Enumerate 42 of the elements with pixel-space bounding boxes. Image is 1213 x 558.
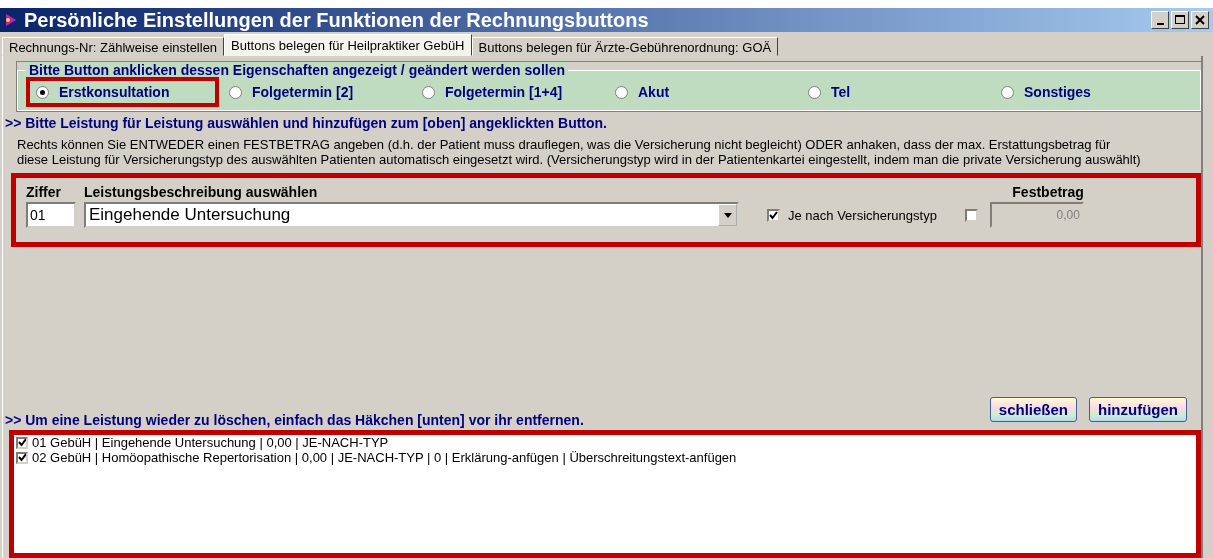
service-list-item[interactable]: 01 GebüH | Eingehende Untersuchung | 0,00 | JE-NACH-TYP xyxy=(16,435,1194,450)
description-text: Rechts können Sie ENTWEDER einen FESTBETRAG angeben (d.h. der Patient muss drauflegen, was die Versicherung nicht begleicht) ODER anhaken, dass der max. Erstattungsbetrag für diese Leistung für Versicherungstyp des auswählten Patienten automatisch eingesetzt wird. (Versicherungstyp wird in der Patientenkartei eingestellt, indem man die private Versicherung auswählt) xyxy=(17,137,1142,167)
radio-button[interactable] xyxy=(808,85,821,99)
radio-button[interactable] xyxy=(229,85,242,99)
checkbox[interactable] xyxy=(16,436,28,449)
maximize-button[interactable] xyxy=(1171,11,1189,29)
action-button[interactable]: hinzufügen xyxy=(1089,397,1187,422)
tab[interactable]: Rechnungs-Nr: Zählweise einstellen xyxy=(2,37,225,56)
maximize-icon xyxy=(1175,15,1185,25)
action-button[interactable]: schließen xyxy=(989,397,1077,422)
section-heading: >> Bitte Leistung für Leistung auswählen und hinzufügen zum [oben] angeklickten Button. xyxy=(5,115,608,131)
tab[interactable]: Buttons belegen für Heilpraktiker GebüH xyxy=(224,34,472,56)
number-field[interactable]: 01 xyxy=(26,202,76,228)
minimize-button[interactable] xyxy=(1151,11,1169,29)
minimize-icon xyxy=(1156,23,1164,25)
group-legend: Bitte Button anklicken dessen Eigenschaften angezeigt / geändert werden sollen xyxy=(26,62,568,78)
radio-option[interactable]: Erstkonsultation xyxy=(26,77,219,107)
radio-option[interactable]: Akut xyxy=(605,77,798,107)
radio-option[interactable]: Folgetermin [2] xyxy=(219,77,412,107)
field-label: Leistungsbeschreibung auswählen xyxy=(84,184,319,200)
checkbox[interactable] xyxy=(767,208,780,222)
radio-option[interactable]: Folgetermin [1+4] xyxy=(412,77,605,107)
checkbox[interactable] xyxy=(16,451,28,464)
close-button[interactable] xyxy=(1191,11,1209,29)
radio-button[interactable] xyxy=(1001,85,1014,99)
service-list-item[interactable]: 02 GebüH | Homöopathische Repertorisation | 0,00 | JE-NACH-TYP | 0 | Erklärung-anfügen | Überschreitungstext-anfügen xyxy=(16,450,1194,465)
close-icon xyxy=(1195,15,1205,25)
service-dropdown[interactable]: Eingehende Untersuchung xyxy=(84,202,739,228)
delete-hint: >> Um eine Leistung wieder zu löschen, einfach das Häkchen [unten] vor ihr entfernen. xyxy=(5,412,584,428)
radio-button[interactable] xyxy=(615,85,628,99)
check-icon xyxy=(769,210,778,220)
radio-option[interactable]: Tel xyxy=(798,77,991,107)
radio-option[interactable]: Sonstiges xyxy=(991,77,1184,107)
tab[interactable]: Buttons belegen für Ärzte-Gebührenordnung: GOÄ xyxy=(471,37,779,56)
dropdown-arrow-icon xyxy=(723,212,732,218)
radio-button[interactable] xyxy=(422,85,435,99)
insurance-checkbox[interactable]: Je nach Versicherungstyp xyxy=(767,202,937,228)
radio-button[interactable] xyxy=(36,85,49,99)
field-label: Ziffer xyxy=(26,184,62,200)
window-title: Persönliche Einstellungen der Funktionen der Rechnungsbuttons xyxy=(24,8,650,32)
app-icon xyxy=(4,12,18,28)
field-label: Festbetrag xyxy=(1012,184,1084,200)
